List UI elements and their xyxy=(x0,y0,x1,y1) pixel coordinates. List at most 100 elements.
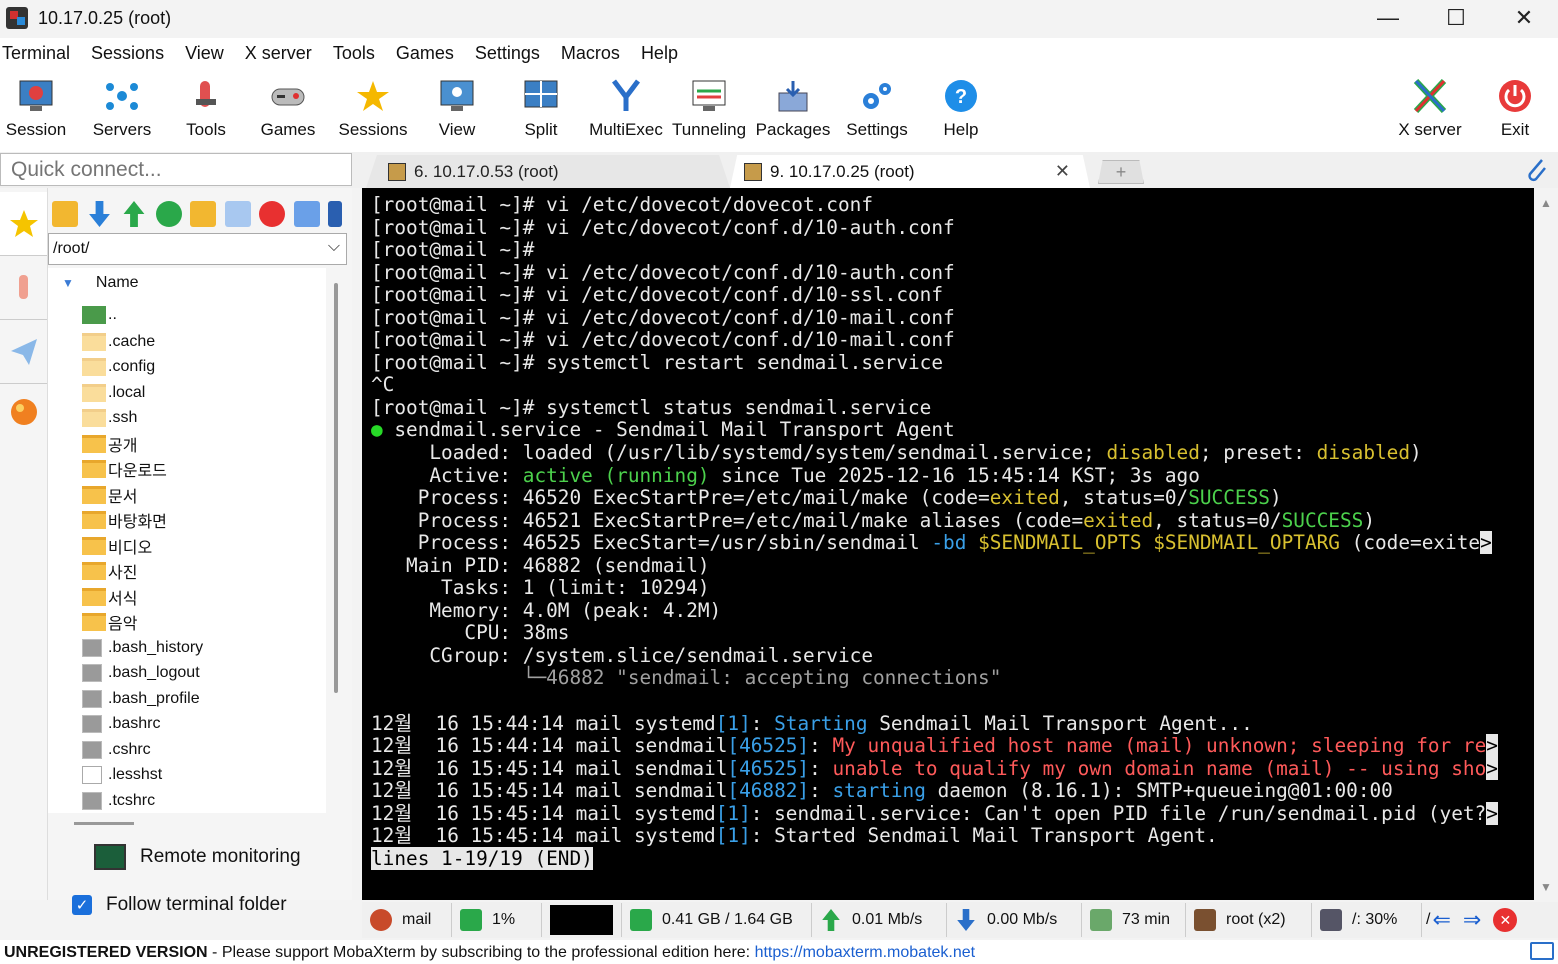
file-row[interactable]: .config xyxy=(82,354,155,379)
terminal-text: Memory: 4.0M (peak: 4.2M) xyxy=(371,598,722,622)
file-row[interactable]: 문서 xyxy=(82,482,137,507)
tools-button[interactable]: Tools xyxy=(180,68,232,152)
name-column-header[interactable]: ▼ Name xyxy=(62,274,139,292)
terminal-text: disabled xyxy=(1316,441,1411,465)
arrow-left-icon[interactable]: ⇐ xyxy=(1432,907,1450,933)
tab-close-icon[interactable]: ✕ xyxy=(1055,161,1070,182)
status-bar: mail 1% 0.41 GB / 1.64 GB 0.01 Mb/s 0.00… xyxy=(362,902,1558,938)
file-row[interactable]: .bashrc xyxy=(82,711,160,736)
cpu-graph xyxy=(550,905,613,935)
folder-icon xyxy=(82,587,106,606)
exit-button[interactable]: Exit xyxy=(1492,68,1538,152)
menu-view[interactable]: View xyxy=(185,43,224,64)
file-list-hscrollbar[interactable] xyxy=(74,822,134,825)
menu-xserver[interactable]: X server xyxy=(245,43,312,64)
terminal-line: lines 1-19/19 (END) xyxy=(371,846,1534,871)
menu-macros[interactable]: Macros xyxy=(561,43,620,64)
new-tab-button[interactable]: + xyxy=(1098,160,1144,184)
menu-terminal[interactable]: Terminal xyxy=(2,43,70,64)
folder-icon xyxy=(82,561,106,580)
menu-help[interactable]: Help xyxy=(641,43,678,64)
file-icon xyxy=(82,791,102,810)
minimize-button[interactable]: — xyxy=(1354,0,1422,36)
close-button[interactable]: ✕ xyxy=(1490,0,1558,36)
follow-terminal-folder-checkbox[interactable]: ✓ Follow terminal folder xyxy=(72,894,287,916)
permissions-icon[interactable] xyxy=(328,201,342,227)
sidebar-sessions-star-icon[interactable] xyxy=(0,192,47,256)
menu-bar: Terminal Sessions View X server Tools Ga… xyxy=(0,38,1558,68)
settings-button[interactable]: Settings xyxy=(846,68,908,152)
menu-tools[interactable]: Tools xyxy=(333,43,375,64)
file-row[interactable]: 사진 xyxy=(82,558,137,583)
file-row[interactable]: 다운로드 xyxy=(82,456,167,481)
file-row[interactable]: .cshrc xyxy=(82,737,151,762)
file-row[interactable]: .bash_profile xyxy=(82,686,200,711)
sftp-toolbar xyxy=(48,196,352,232)
session-button[interactable]: Session xyxy=(6,68,66,152)
help-button[interactable]: ? Help xyxy=(938,68,984,152)
servers-button[interactable]: Servers xyxy=(90,68,154,152)
games-button[interactable]: Games xyxy=(260,68,316,152)
new-folder-icon[interactable] xyxy=(190,201,216,227)
download-icon[interactable] xyxy=(89,201,110,227)
file-row[interactable]: 공개 xyxy=(82,431,137,456)
close-session-icon[interactable]: ✕ xyxy=(1493,908,1518,932)
menu-sessions[interactable]: Sessions xyxy=(91,43,164,64)
file-row[interactable]: .bash_history xyxy=(82,635,203,660)
tab-session-9[interactable]: 9. 10.17.0.25 (root) ✕ xyxy=(730,155,1090,188)
file-list-scrollbar[interactable] xyxy=(334,283,338,693)
file-row[interactable]: .local xyxy=(82,380,145,405)
terminal-line: [root@mail ~]# vi /etc/dovecot/conf.d/10… xyxy=(371,306,1534,330)
file-row[interactable]: .ssh xyxy=(82,405,137,430)
file-row[interactable]: 음악 xyxy=(82,609,137,634)
rename-icon[interactable] xyxy=(293,201,320,227)
upload-icon[interactable] xyxy=(123,201,145,227)
parent-folder-icon[interactable] xyxy=(52,201,78,227)
multiexec-button[interactable]: MultiExec xyxy=(589,68,663,152)
sidebar-tools-icon[interactable] xyxy=(0,256,47,320)
terminal-text: [46525] xyxy=(727,734,810,758)
terminal-text: ; preset: xyxy=(1199,441,1317,465)
sessions-button[interactable]: Sessions xyxy=(339,68,408,152)
view-button[interactable]: View xyxy=(434,68,480,152)
terminal-line: [root@mail ~]# systemctl status sendmail… xyxy=(371,396,1534,420)
folder-icon xyxy=(82,536,106,555)
terminal-text: active (running) xyxy=(522,463,710,487)
arrow-right-icon[interactable]: ⇒ xyxy=(1463,907,1481,933)
download-arrow-icon xyxy=(957,909,975,931)
xserver-button[interactable]: X server xyxy=(1396,68,1464,152)
file-row[interactable]: .bash_logout xyxy=(82,660,200,685)
file-row[interactable]: .cache xyxy=(82,329,155,354)
file-row[interactable]: .tcshrc xyxy=(82,788,155,813)
screen-icon[interactable] xyxy=(1530,942,1554,960)
file-row[interactable]: 비디오 xyxy=(82,533,152,558)
new-file-icon[interactable] xyxy=(224,201,251,227)
delete-icon[interactable] xyxy=(259,201,285,227)
refresh-icon[interactable] xyxy=(155,201,182,227)
maximize-button[interactable]: ☐ xyxy=(1422,0,1490,36)
remote-monitoring-button[interactable]: Remote monitoring xyxy=(94,844,301,870)
scroll-up-icon[interactable]: ▲ xyxy=(1540,196,1552,210)
terminal-text: : xyxy=(809,756,833,780)
tab-session-6[interactable]: 6. 10.17.0.53 (root) xyxy=(366,155,730,188)
sidebar-sftp-icon[interactable] xyxy=(0,320,47,384)
file-row[interactable]: 서식 xyxy=(82,584,137,609)
packages-button[interactable]: Packages xyxy=(756,68,830,152)
terminal-output[interactable]: [root@mail ~]# vi /etc/dovecot/dovecot.c… xyxy=(362,188,1534,900)
menu-settings[interactable]: Settings xyxy=(475,43,540,64)
file-row[interactable]: .lesshst xyxy=(82,762,162,787)
scroll-down-icon[interactable]: ▼ xyxy=(1540,880,1552,894)
split-button[interactable]: Split xyxy=(518,68,564,152)
file-row[interactable]: 바탕화면 xyxy=(82,507,167,532)
quick-connect-input[interactable] xyxy=(0,153,352,186)
mobaxterm-link[interactable]: https://mobaxterm.mobatek.net xyxy=(755,944,976,961)
xserver-icon xyxy=(1410,74,1450,118)
file-row[interactable]: .. xyxy=(82,302,117,327)
sidebar-macros-icon[interactable] xyxy=(0,380,47,444)
tunneling-button[interactable]: Tunneling xyxy=(672,68,746,152)
terminal-scrollbar[interactable]: ▲ ▼ xyxy=(1534,188,1558,900)
sftp-path-dropdown[interactable]: /root/ ⌵ xyxy=(48,233,347,265)
menu-games[interactable]: Games xyxy=(396,43,454,64)
attach-icon[interactable] xyxy=(1522,156,1548,184)
unregistered-footer: UNREGISTERED VERSION - Please support Mo… xyxy=(0,940,1558,964)
